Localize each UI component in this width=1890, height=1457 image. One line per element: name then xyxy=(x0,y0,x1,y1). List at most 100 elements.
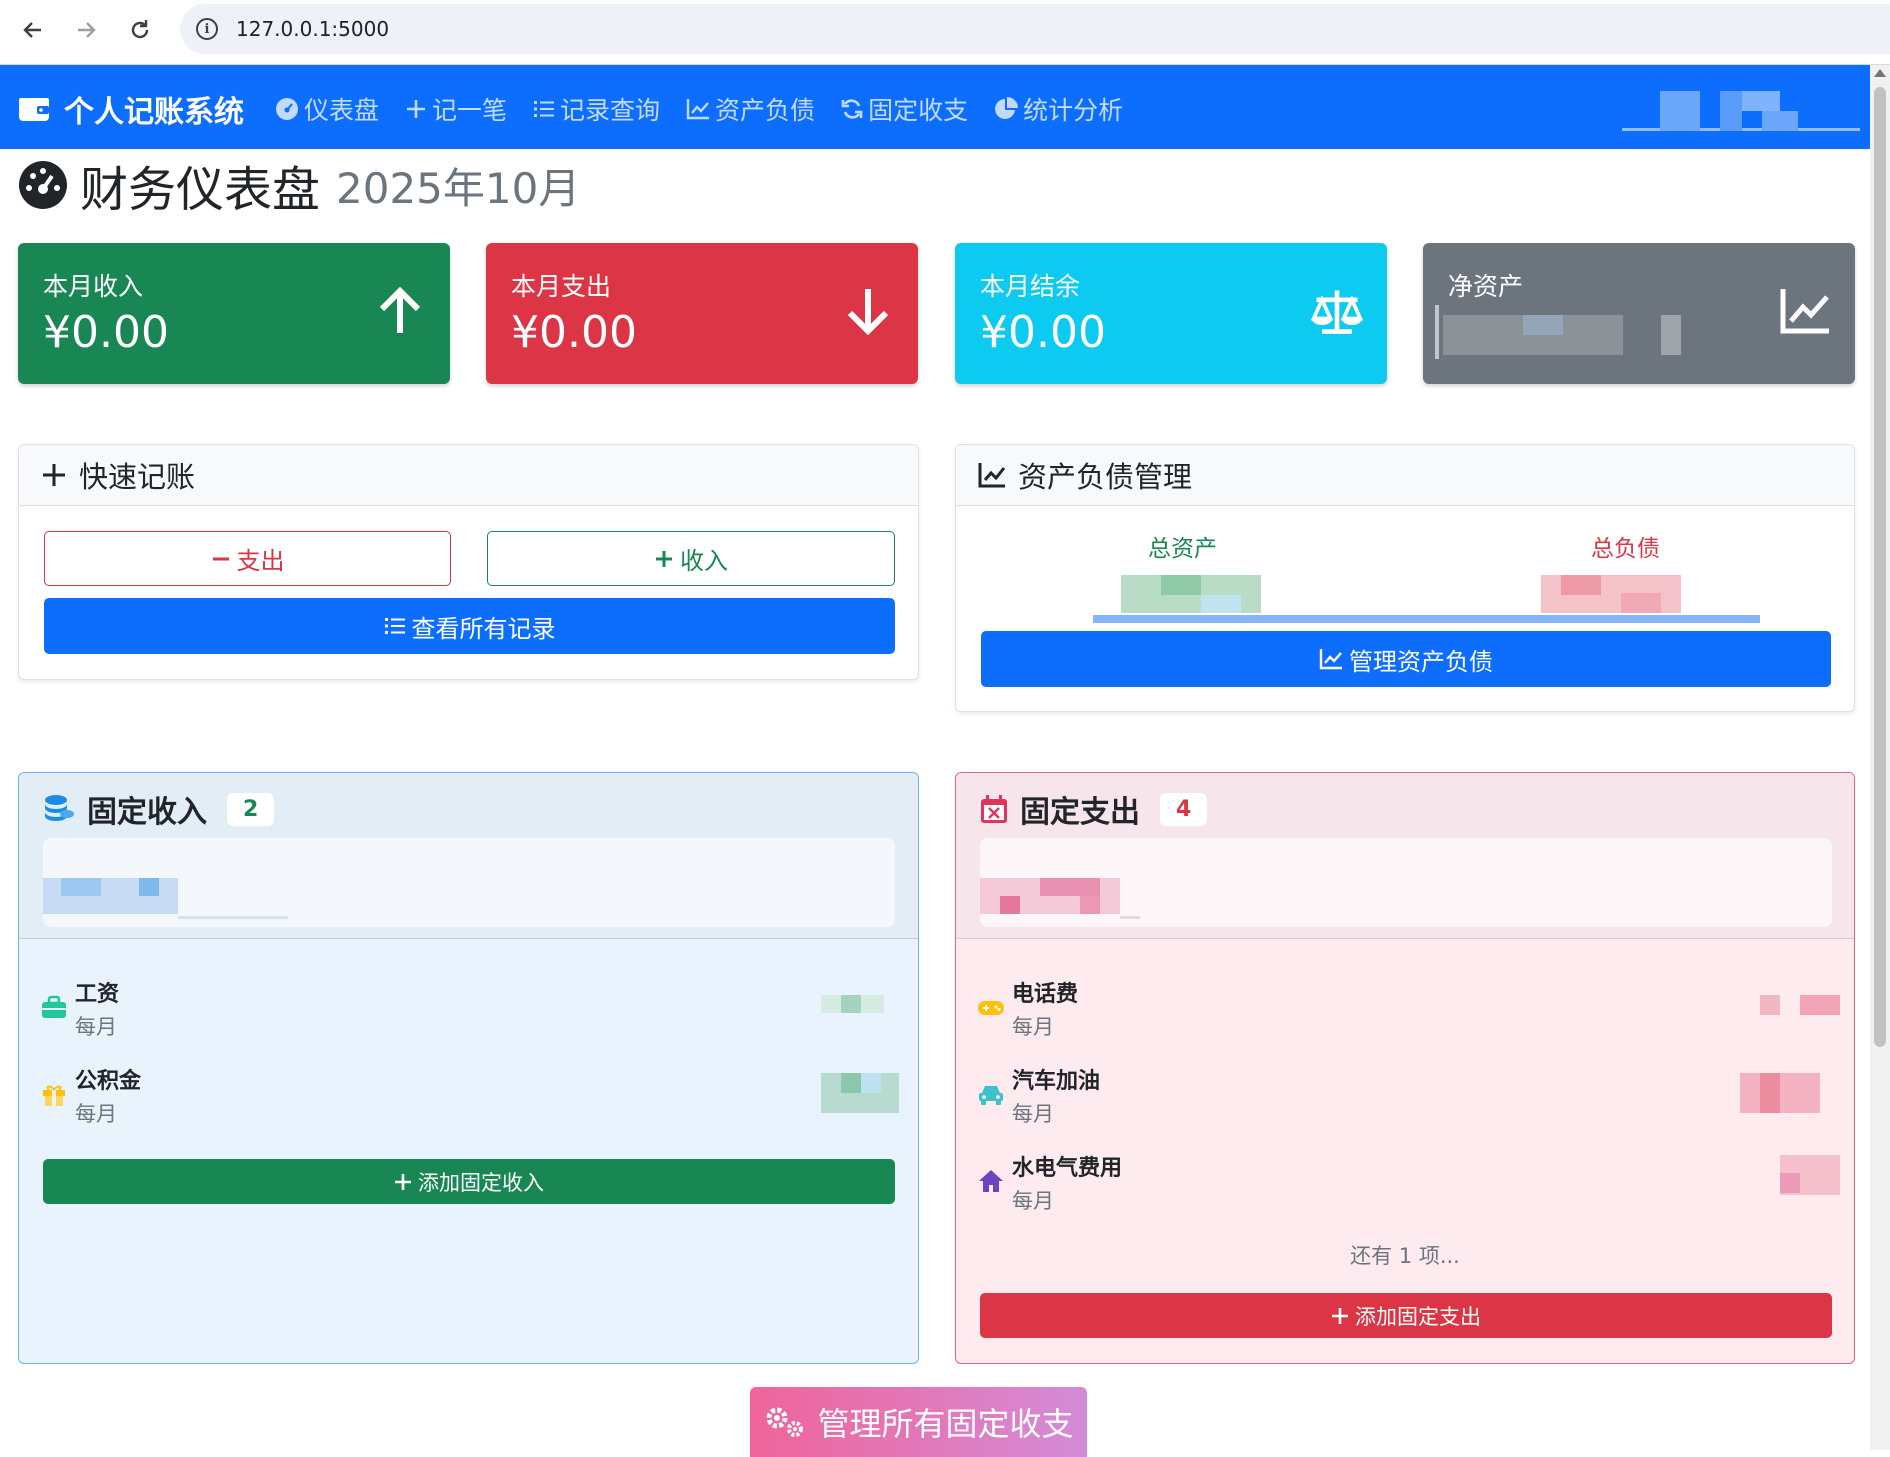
total-liabilities-value-mask xyxy=(1561,575,1601,595)
assets-divider xyxy=(1093,615,1760,623)
dashboard-icon xyxy=(276,98,298,120)
fixed-expense-header: 固定支出 4 xyxy=(956,773,1854,939)
income-value: ¥0.00 xyxy=(43,307,169,358)
briefcase-icon xyxy=(42,995,66,1018)
expense-label: 本月支出 xyxy=(511,272,612,301)
plus-icon xyxy=(1332,1307,1348,1324)
scroll-up-icon[interactable] xyxy=(1874,69,1886,77)
wallet-icon xyxy=(19,98,49,121)
fixed-expense-panel: 固定支出 4 电话费 每月 汽车加油 每月 水电气费用 每月 添加固定支出 xyxy=(955,772,1855,1364)
fixed-income-count-badge: 2 xyxy=(227,792,275,826)
fixed-expense-frequency: 每月 xyxy=(1012,1189,1054,1213)
manage-assets-label: 管理资产负债 xyxy=(1349,647,1493,676)
fixed-income-title: 固定收入 2 xyxy=(43,787,275,831)
nav-item-records[interactable]: 记录查询 xyxy=(533,91,660,127)
balance-card: 本月结余 ¥0.00 xyxy=(955,243,1387,384)
site-info-icon[interactable]: i xyxy=(196,18,218,40)
fixed-income-name: 公积金 xyxy=(75,1069,142,1094)
plus-icon xyxy=(395,1173,411,1190)
add-income-button[interactable]: 收入 xyxy=(487,531,895,586)
plus-icon xyxy=(43,464,65,486)
fixed-expense-summary-mask xyxy=(1080,896,1100,914)
fixed-expense-amount-mask xyxy=(1760,1073,1780,1113)
income-card: 本月收入 ¥0.00 xyxy=(18,243,450,384)
total-assets-label: 总资产 xyxy=(1148,536,1217,562)
balance-label: 本月结余 xyxy=(980,272,1081,301)
page-title-text: 财务仪表盘 xyxy=(80,162,321,218)
forward-arrow-icon[interactable] xyxy=(68,12,104,48)
manage-all-fixed-button[interactable]: 管理所有固定收支 xyxy=(750,1387,1087,1457)
nav-label: 固定收支 xyxy=(868,96,969,125)
assets-liabilities-header: 资产负债管理 xyxy=(956,445,1854,506)
brand-text: 个人记账系统 xyxy=(64,95,244,130)
quick-record-header: 快速记账 xyxy=(19,445,918,506)
manage-assets-button[interactable]: 管理资产负债 xyxy=(981,631,1831,687)
total-liabilities-value-mask xyxy=(1621,593,1661,613)
add-expense-button[interactable]: 支出 xyxy=(44,531,451,586)
nav-item-dashboard[interactable]: 仪表盘 xyxy=(275,91,379,127)
fixed-expense-count-badge: 4 xyxy=(1160,792,1208,826)
quick-record-title: 快速记账 xyxy=(79,460,196,494)
nav-item-add-record[interactable]: 记一笔 xyxy=(405,91,507,127)
nav-item-stats[interactable]: 统计分析 xyxy=(994,91,1123,127)
fixed-income-amount-mask xyxy=(841,1073,861,1093)
tachometer-icon xyxy=(19,161,67,209)
fixed-income-summary-mask xyxy=(139,878,159,896)
chart-line-icon xyxy=(1319,649,1342,670)
fixed-expense-amount-mask xyxy=(1800,995,1840,1015)
top-navbar: 个人记账系统 仪表盘 记一笔 记录查询 资产负债 固定收支 统计分析 xyxy=(0,65,1870,149)
quick-record-card: 快速记账 支出 收入 查看所有记录 xyxy=(18,444,919,680)
fixed-expense-summary-mask xyxy=(1000,896,1020,914)
reload-icon[interactable] xyxy=(122,12,158,48)
total-liabilities-label: 总负债 xyxy=(1591,536,1660,562)
fixed-expense-more-text: 还有 1 项... xyxy=(1350,1244,1460,1268)
add-income-label: 收入 xyxy=(680,547,728,575)
fixed-expense-summary-mask xyxy=(1120,916,1140,919)
fixed-expense-frequency: 每月 xyxy=(1012,1102,1054,1126)
back-arrow-icon[interactable] xyxy=(15,12,51,48)
fixed-income-amount-mask xyxy=(841,995,861,1013)
nav-menu: 仪表盘 记一笔 记录查询 资产负债 固定收支 统计分析 xyxy=(275,91,1123,127)
list-icon xyxy=(384,618,405,634)
net-assets-value-mask xyxy=(1661,315,1681,355)
home-icon xyxy=(979,1170,1003,1192)
arrow-down-icon xyxy=(847,289,889,336)
fixed-expense-title-text: 固定支出 xyxy=(1020,795,1140,830)
fixed-income-panel: 固定收入 2 工资 每月 公积金 每月 添加固定收入 xyxy=(18,772,919,1364)
expense-card: 本月支出 ¥0.00 xyxy=(486,243,918,384)
fixed-expense-amount-mask xyxy=(1780,1173,1800,1193)
income-label: 本月收入 xyxy=(43,272,144,301)
add-fixed-expense-button[interactable]: 添加固定支出 xyxy=(980,1293,1832,1338)
user-menu[interactable] xyxy=(1622,91,1860,131)
fixed-expense-frequency: 每月 xyxy=(1012,1015,1054,1039)
url-text: 127.0.0.1:5000 xyxy=(236,17,390,41)
chart-line-icon xyxy=(1780,289,1829,334)
fixed-expense-name: 电话费 xyxy=(1012,982,1079,1007)
add-fixed-income-button[interactable]: 添加固定收入 xyxy=(43,1159,895,1204)
nav-label: 仪表盘 xyxy=(304,96,380,125)
view-all-records-button[interactable]: 查看所有记录 xyxy=(44,598,895,654)
address-bar[interactable]: i 127.0.0.1:5000 xyxy=(180,4,1890,54)
scroll-thumb[interactable] xyxy=(1874,87,1886,1047)
nav-item-assets[interactable]: 资产负债 xyxy=(686,91,815,127)
list-icon xyxy=(534,101,555,117)
fixed-income-summary xyxy=(43,838,895,927)
pie-chart-icon xyxy=(995,97,1019,119)
total-assets-value-mask xyxy=(1161,575,1201,595)
car-icon xyxy=(979,1086,1003,1105)
net-assets-card: 净资产 xyxy=(1423,243,1855,384)
balance-value: ¥0.00 xyxy=(980,307,1106,358)
nav-item-fixed[interactable]: 固定收支 xyxy=(841,91,968,127)
nav-label: 记一笔 xyxy=(432,96,508,125)
page-scrollbar[interactable] xyxy=(1870,65,1890,1450)
sync-icon xyxy=(841,99,863,119)
brand[interactable]: 个人记账系统 xyxy=(18,87,244,131)
coins-icon xyxy=(45,795,74,821)
net-assets-value-mask xyxy=(1435,305,1439,359)
chart-line-icon xyxy=(686,99,710,120)
manage-all-fixed-label: 管理所有固定收支 xyxy=(817,1405,1074,1443)
expense-value: ¥0.00 xyxy=(511,307,637,358)
assets-liabilities-title: 资产负债管理 xyxy=(1018,460,1193,494)
fixed-income-header: 固定收入 2 xyxy=(19,773,918,939)
fixed-expense-title: 固定支出 4 xyxy=(980,787,1208,831)
